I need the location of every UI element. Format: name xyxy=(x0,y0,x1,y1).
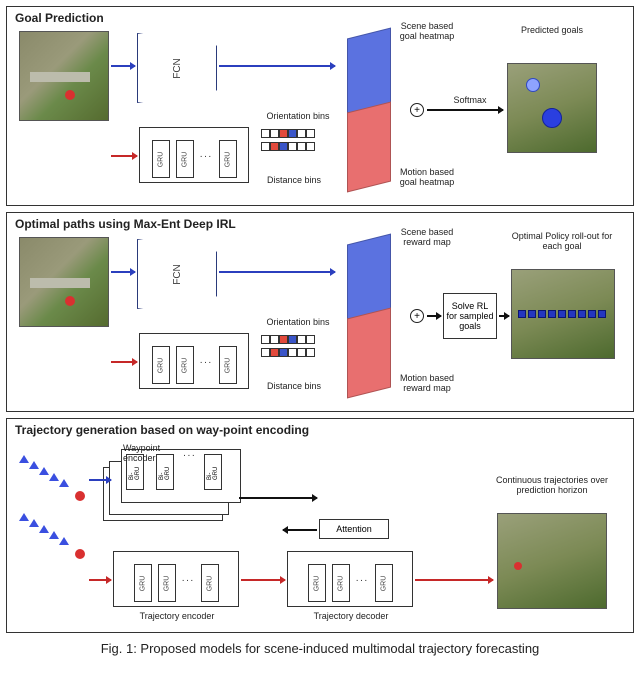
gru-label: GRU xyxy=(181,151,188,167)
waypoint-encoder-label: Waypoint encoder xyxy=(123,443,193,464)
trajectory-decoder-gru-chain: GRU GRU ··· GRU xyxy=(287,551,413,607)
gru-label: GRU xyxy=(157,357,164,373)
arrow-attention-back xyxy=(283,529,317,531)
gru-label: GRU xyxy=(206,575,213,591)
gru-label: GRU xyxy=(313,575,320,591)
trajectory-encoder-label: Trajectory encoder xyxy=(129,611,225,621)
motion-encoder-gru-chain: GRU GRU ··· GRU xyxy=(139,127,249,183)
panel-trajectory-generation: Trajectory generation based on way-point… xyxy=(6,418,634,633)
fcn-block: FCN xyxy=(137,33,217,103)
gru-label: GRU xyxy=(224,151,231,167)
arrow-traj-to-gru xyxy=(111,155,137,157)
bigru-label: Bi-GRU xyxy=(129,464,141,480)
ellipsis: ··· xyxy=(182,575,195,586)
distance-bin-row xyxy=(261,348,315,357)
output-label: Continuous trajectories over prediction … xyxy=(487,475,617,496)
panel-goal-prediction: Goal Prediction FCN GRU GRU ··· GRU Orie… xyxy=(6,6,634,206)
bigru-cell: Bi-GRU xyxy=(204,454,222,490)
gru-cell: GRU xyxy=(158,564,176,602)
fcn-block: FCN xyxy=(137,239,217,309)
arrow-fcn-to-rewardmap xyxy=(219,271,335,273)
orientation-bin-row xyxy=(261,129,315,138)
orientation-bins-label: Orientation bins xyxy=(263,317,333,327)
arrow-dec-to-output xyxy=(415,579,493,581)
attention-block: Attention xyxy=(319,519,389,539)
gru-label: GRU xyxy=(337,575,344,591)
fcn-label: FCN xyxy=(172,264,183,285)
gru-label: GRU xyxy=(181,357,188,373)
distance-bin-row xyxy=(261,142,315,151)
arrow-wpenc-to-attention xyxy=(239,497,317,499)
input-scene-thumbnail xyxy=(19,237,109,327)
arrow-history-to-enc xyxy=(89,579,111,581)
ellipsis: ··· xyxy=(356,575,369,586)
gru-cell: GRU xyxy=(219,140,237,178)
motion-goal-heatmap xyxy=(347,102,391,193)
predicted-goals-label: Predicted goals xyxy=(515,25,589,35)
gru-label: GRU xyxy=(224,357,231,373)
solve-rl-label: Solve RL for sampled goals xyxy=(446,301,494,331)
arrow-scene-to-fcn xyxy=(111,271,135,273)
policy-rollout-thumbnail xyxy=(511,269,615,359)
gru-cell: GRU xyxy=(152,346,170,384)
agent-marker xyxy=(75,491,85,501)
fusion-sum-icon: + xyxy=(410,103,424,117)
panel-title: Optimal paths using Max-Ent Deep IRL xyxy=(15,217,236,231)
gru-cell: GRU xyxy=(332,564,350,602)
arrow-fused-to-solver xyxy=(427,315,441,317)
bigru-label: Bi-GRU xyxy=(207,464,219,480)
input-scene-thumbnail xyxy=(19,31,109,121)
gru-label: GRU xyxy=(157,151,164,167)
arrow-fcn-to-sceneheatmap xyxy=(219,65,335,67)
orientation-bin-row xyxy=(261,335,315,344)
scene-reward-label: Scene based reward map xyxy=(397,227,457,248)
gru-cell: GRU xyxy=(176,140,194,178)
arrow-scene-to-fcn xyxy=(111,65,135,67)
panel-title: Goal Prediction xyxy=(15,11,104,25)
bigru-label: Bi-GRU xyxy=(159,464,171,480)
gru-cell: GRU xyxy=(308,564,326,602)
gru-cell: GRU xyxy=(176,346,194,384)
gru-cell: GRU xyxy=(219,346,237,384)
gru-cell: GRU xyxy=(201,564,219,602)
arrow-waypoints-to-enc xyxy=(89,479,111,481)
distance-bins-label: Distance bins xyxy=(261,381,327,391)
panel-title: Trajectory generation based on way-point… xyxy=(15,423,309,437)
output-trajectory-thumbnail xyxy=(497,513,607,609)
motion-reward-label: Motion based reward map xyxy=(395,373,459,394)
agent-marker xyxy=(75,549,85,559)
arrow-enc-to-dec xyxy=(241,579,285,581)
gru-label: GRU xyxy=(163,575,170,591)
trajectory-encoder-gru-chain: GRU GRU ··· GRU xyxy=(113,551,239,607)
panel-deep-irl: Optimal paths using Max-Ent Deep IRL FCN… xyxy=(6,212,634,412)
solve-rl-block: Solve RL for sampled goals xyxy=(443,293,497,339)
motion-heatmap-label: Motion based goal heatmap xyxy=(395,167,459,188)
gru-cell: GRU xyxy=(134,564,152,602)
arrow-solver-to-rollout xyxy=(499,315,509,317)
softmax-label: Softmax xyxy=(445,95,495,105)
fcn-label: FCN xyxy=(172,58,183,79)
orientation-bins-label: Orientation bins xyxy=(263,111,333,121)
trajectory-decoder-label: Trajectory decoder xyxy=(303,611,399,621)
ellipsis: ··· xyxy=(200,357,213,368)
gru-label: GRU xyxy=(139,575,146,591)
scene-heatmap-label: Scene based goal heatmap xyxy=(397,21,457,42)
orientation-distance-bins xyxy=(261,129,315,151)
attention-label: Attention xyxy=(336,524,372,534)
ellipsis: ··· xyxy=(200,151,213,162)
arrow-fused-to-softmax xyxy=(427,109,503,111)
policy-rollout-label: Optimal Policy roll-out for each goal xyxy=(507,231,617,252)
figure-caption: Fig. 1: Proposed models for scene-induce… xyxy=(6,641,634,656)
motion-encoder-gru-chain: GRU GRU ··· GRU xyxy=(139,333,249,389)
motion-reward-map xyxy=(347,308,391,399)
fusion-sum-icon: + xyxy=(410,309,424,323)
distance-bins-label: Distance bins xyxy=(261,175,327,185)
arrow-traj-to-gru xyxy=(111,361,137,363)
orientation-distance-bins xyxy=(261,335,315,357)
gru-label: GRU xyxy=(380,575,387,591)
gru-cell: GRU xyxy=(152,140,170,178)
gru-cell: GRU xyxy=(375,564,393,602)
predicted-goals-thumbnail xyxy=(507,63,597,153)
